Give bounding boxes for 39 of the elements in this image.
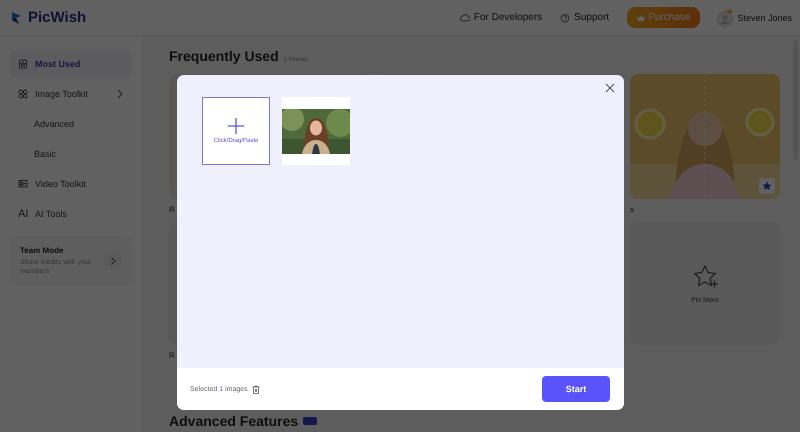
star-badge-icon xyxy=(18,59,28,69)
chevron-right-icon xyxy=(116,89,124,99)
trash-icon[interactable] xyxy=(252,384,260,394)
sidebar-item[interactable]: Basic xyxy=(10,140,132,168)
section-title: Advanced Features xyxy=(169,413,298,429)
sidebar-item[interactable]: Video Toolkit xyxy=(10,170,132,198)
cloud-icon xyxy=(460,12,470,22)
support-link[interactable]: Support xyxy=(560,12,610,23)
tool-label: R xyxy=(169,204,176,216)
sidebar-label: Image Toolkit xyxy=(35,89,88,99)
sidebar-label: Video Toolkit xyxy=(35,179,86,189)
plus-icon xyxy=(228,118,244,134)
tool-label: R xyxy=(169,350,176,362)
section-title: Frequently Used xyxy=(169,48,279,64)
new-badge xyxy=(303,417,318,425)
brand-name: PicWish xyxy=(28,9,86,26)
sidebar-item[interactable]: Advanced xyxy=(10,110,132,138)
user-name[interactable]: Steven Jones xyxy=(737,12,792,22)
team-mode-title: Team Mode xyxy=(20,246,64,255)
grid-icon xyxy=(18,89,28,99)
ai-icon: AI xyxy=(18,208,28,220)
crown-icon xyxy=(637,14,646,20)
developers-link[interactable]: For Developers xyxy=(460,12,542,23)
close-button[interactable] xyxy=(604,82,616,94)
sidebar-item[interactable]: AI AI Tools xyxy=(10,200,132,228)
film-icon xyxy=(18,179,28,189)
question-icon xyxy=(560,12,570,22)
sidebar-item[interactable]: Most Used xyxy=(10,50,132,78)
purchase-button[interactable]: Purchase xyxy=(627,7,700,28)
sidebar-label: Most Used xyxy=(35,59,81,69)
sidebar-item[interactable]: Image Toolkit xyxy=(10,80,132,108)
sidebar-label: Advanced xyxy=(34,119,74,129)
image-thumbnail[interactable] xyxy=(282,97,350,165)
sidebar-label: AI Tools xyxy=(35,209,67,219)
start-button[interactable]: Start xyxy=(542,376,610,402)
star-plus-icon xyxy=(691,262,719,290)
tool-label: s xyxy=(630,204,635,216)
avatar-icon[interactable] xyxy=(716,8,734,26)
sidebar-label: Basic xyxy=(34,149,56,159)
